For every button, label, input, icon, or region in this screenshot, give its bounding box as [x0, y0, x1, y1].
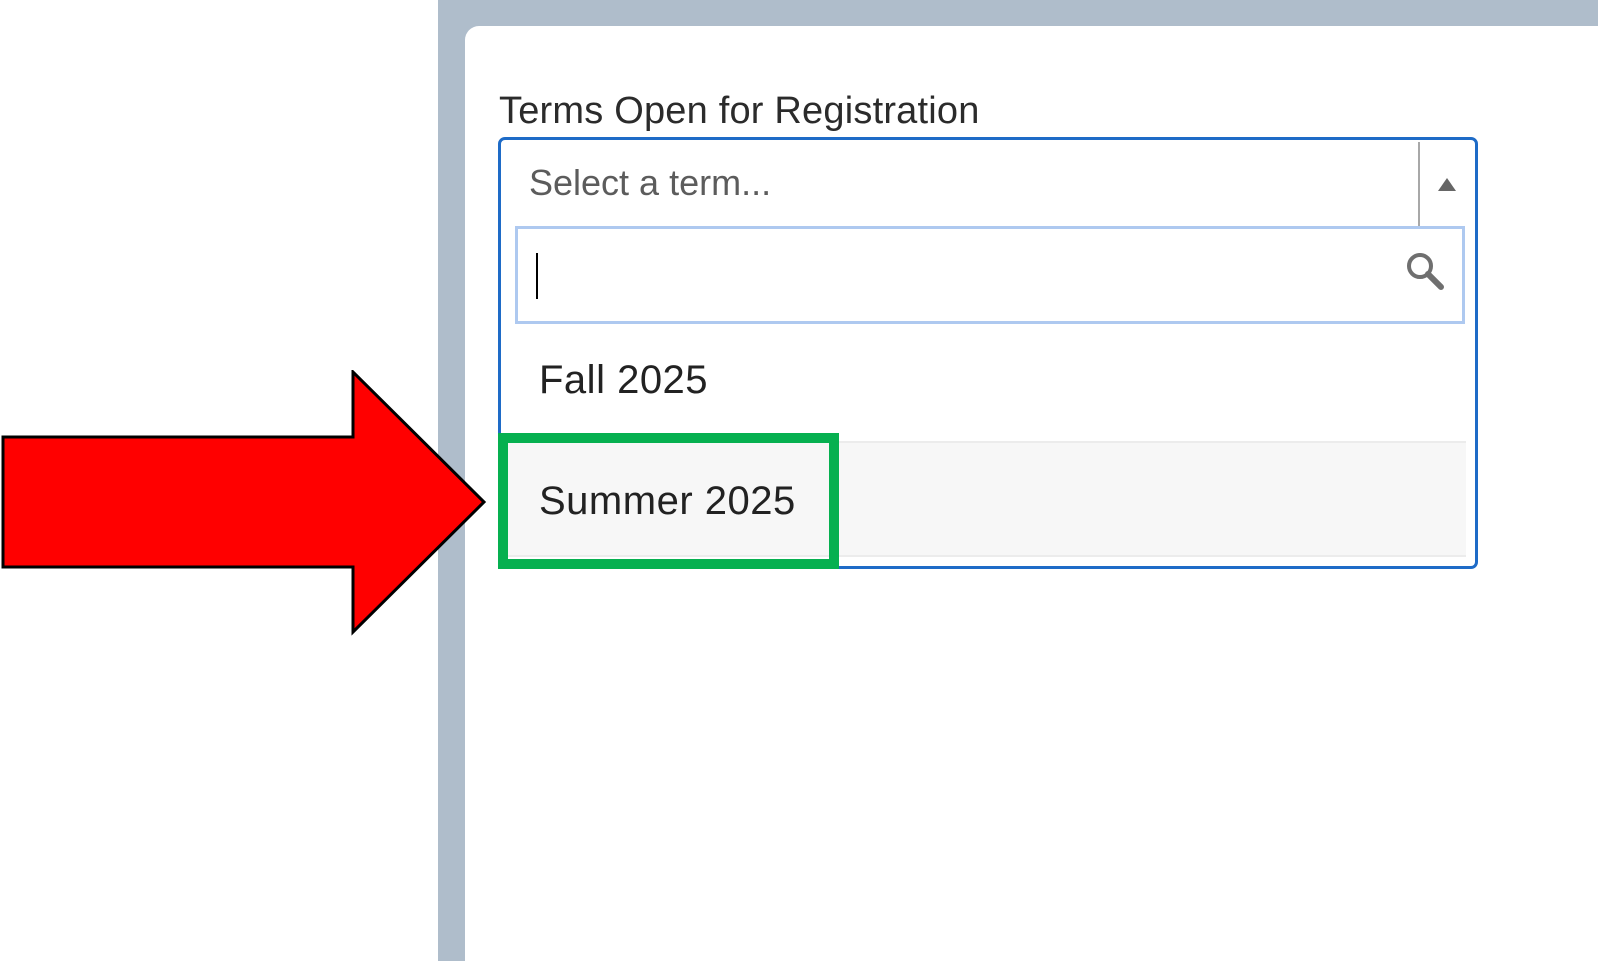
field-label: Terms Open for Registration	[499, 90, 980, 132]
term-search-input[interactable]	[515, 226, 1465, 324]
red-arrow-icon	[1, 370, 487, 636]
option-summer-2025[interactable]: Summer 2025	[501, 441, 1466, 557]
select-header[interactable]: Select a term...	[501, 140, 1475, 226]
term-select-dropdown[interactable]: Select a term... Fall 2025 Summer 2025	[498, 137, 1478, 569]
select-divider	[1418, 142, 1420, 226]
option-fall-2025[interactable]: Fall 2025	[501, 324, 1466, 440]
select-placeholder: Select a term...	[529, 162, 772, 203]
option-label: Summer 2025	[539, 479, 796, 523]
text-cursor	[536, 253, 538, 299]
option-label: Fall 2025	[539, 358, 709, 402]
caret-up-icon[interactable]	[1438, 178, 1456, 191]
search-icon	[1407, 253, 1444, 290]
screenshot-stage: Terms Open for Registration Select a ter…	[0, 0, 1598, 961]
